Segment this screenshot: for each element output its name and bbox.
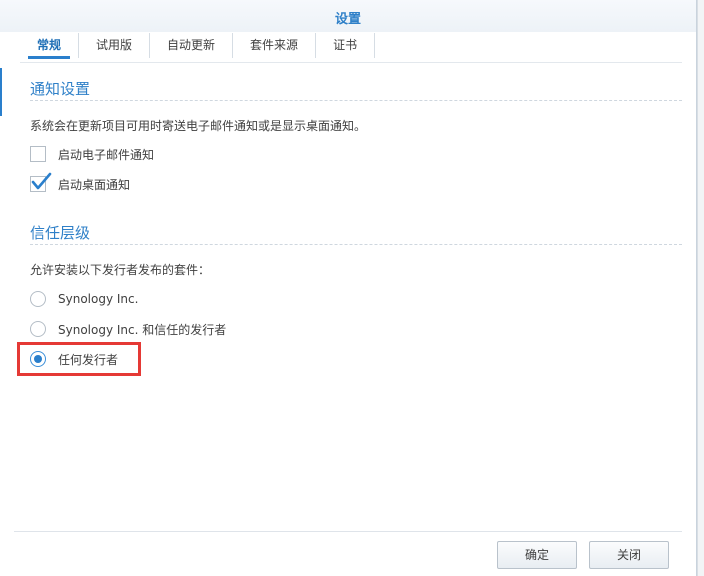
dialog-title: 设置 [334,12,361,27]
trust-option-trusted[interactable]: Synology Inc. 和信任的发行者 [30,318,226,340]
email-notification-label: 启动电子邮件通知 [58,147,155,162]
tab-trial[interactable]: 试用版 [79,33,151,58]
notification-description: 系统会在更新项目可用时寄送电子邮件通知或是显示桌面通知。 [30,119,367,133]
desktop-notification-checkbox[interactable] [30,172,52,192]
tab-certificate[interactable]: 证书 [316,33,376,58]
trust-option-label: Synology Inc. [58,292,139,306]
trust-option-label: Synology Inc. 和信任的发行者 [58,322,227,337]
settings-dialog: 设置 常规 试用版 自动更新 套件来源 证书 通知设置 系统会在更新项目可用时寄… [0,0,697,576]
section-divider [30,100,682,101]
tab-bar: 常规 试用版 自动更新 套件来源 证书 [20,33,376,59]
email-notification-option[interactable]: 启动电子邮件通知 [30,143,154,165]
tab-auto-update[interactable]: 自动更新 [150,33,234,58]
highlight-box [17,342,141,376]
email-notification-checkbox[interactable] [30,146,46,162]
trust-section-title: 信任层级 [30,224,91,242]
radio-trusted[interactable] [30,321,46,337]
background-window-edge [697,0,704,576]
footer-divider [14,531,682,532]
title-bar: 设置 [0,0,696,32]
trust-description: 允许安装以下发行者发布的套件： [30,263,211,277]
ok-button[interactable]: 确定 [497,541,577,569]
section-divider [30,244,682,245]
desktop-notification-option[interactable]: 启动桌面通知 [30,172,131,195]
radio-synology[interactable] [30,291,46,307]
tab-general[interactable]: 常规 [20,33,80,58]
tab-package-sources[interactable]: 套件来源 [233,33,317,58]
notification-section-title: 通知设置 [30,80,91,98]
trust-option-synology[interactable]: Synology Inc. [30,288,138,310]
scroll-accent [0,68,2,116]
desktop-notification-label: 启动桌面通知 [58,177,131,192]
tab-divider [20,62,682,63]
close-button[interactable]: 关闭 [589,541,669,569]
active-tab-indicator [28,56,70,59]
checkmark-icon [31,172,52,190]
